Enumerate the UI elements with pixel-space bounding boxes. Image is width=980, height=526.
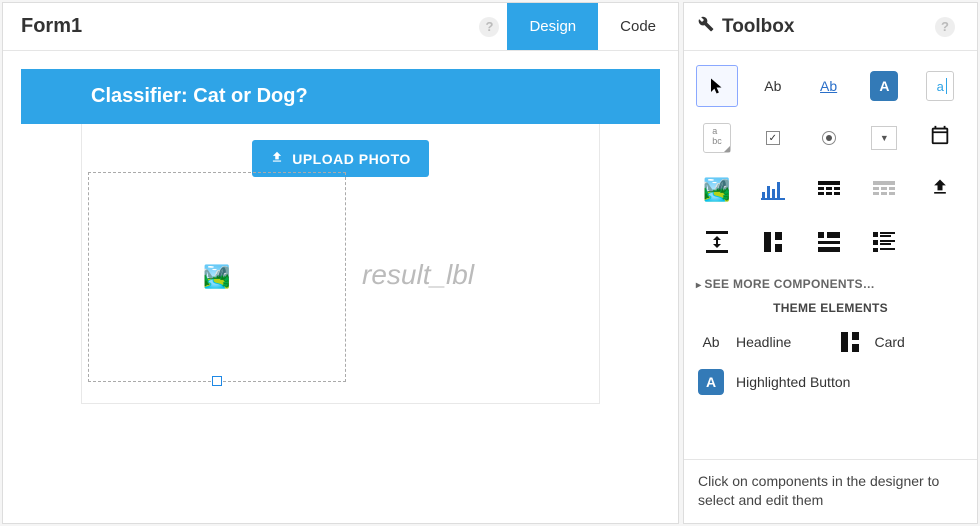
tool-column-b[interactable] [808,221,850,263]
tool-grid: Ab Ab A a abc ✓ ▼ 🏞️ [696,65,965,263]
tool-link[interactable]: Ab [808,65,850,107]
theme-grid: Ab Headline Card A Highlighted Button [696,327,965,397]
resize-handle[interactable] [212,376,222,386]
result-label[interactable]: result_lbl [362,259,474,291]
see-more-components[interactable]: SEE MORE COMPONENTS… [696,277,965,291]
checkbox-icon: ✓ [766,131,780,145]
theme-highlighted-button[interactable]: A Highlighted Button [696,367,965,397]
toolbox-panel: Toolbox ? Ab Ab A a abc ✓ ▼ [683,2,978,524]
design-canvas[interactable]: Classifier: Cat or Dog? UPLOAD PHOTO 🏞️ … [3,51,678,523]
tool-label[interactable]: Ab [752,65,794,107]
tool-column-a[interactable] [752,221,794,263]
upload-tool-icon [930,177,950,203]
picture-icon: 🏞️ [203,264,230,290]
form-body[interactable]: UPLOAD PHOTO 🏞️ result_lbl [81,124,600,404]
toolbox-help-icon[interactable]: ? [935,17,955,37]
wrench-icon [698,16,714,37]
toolbox-footer-hint: Click on components in the designer to s… [684,459,977,523]
toolbox-header: Toolbox ? [684,3,977,51]
theme-card[interactable]: Card [835,327,966,357]
headline-icon: Ab [696,327,726,357]
toolbox-title: Toolbox [722,16,794,38]
tool-textbox[interactable]: a [919,65,961,107]
tool-datagrid[interactable] [808,169,850,211]
theme-elements-header: THEME ELEMENTS [696,301,965,315]
tool-repeater[interactable] [863,169,905,211]
tab-design[interactable]: Design [507,3,598,50]
highlighted-button-icon: A [696,367,726,397]
tool-fileupload[interactable] [919,169,961,211]
upload-icon [270,150,284,167]
tool-date[interactable] [919,117,961,159]
designer-panel: Form1 ? Design Code Classifier: Cat or D… [2,2,679,524]
tool-checkbox[interactable]: ✓ [752,117,794,159]
designer-header: Form1 ? Design Code [3,3,678,51]
card-icon [835,327,865,357]
toolbox-body: Ab Ab A a abc ✓ ▼ 🏞️ [684,51,977,459]
tool-cursor[interactable] [696,65,738,107]
radio-icon [822,131,836,145]
image-placeholder[interactable]: 🏞️ [88,172,346,382]
tab-code[interactable]: Code [598,3,678,50]
dropdown-icon: ▼ [871,126,897,150]
calendar-icon [929,124,951,152]
tool-button[interactable]: A [863,65,905,107]
tool-radio[interactable] [808,117,850,159]
theme-headline[interactable]: Ab Headline [696,327,827,357]
upload-photo-label: UPLOAD PHOTO [292,151,411,167]
tool-textarea[interactable]: abc [696,117,738,159]
tool-chart[interactable] [752,169,794,211]
form-heading[interactable]: Classifier: Cat or Dog? [21,69,660,124]
help-icon[interactable]: ? [479,17,499,37]
form-title: Form1 [3,15,479,38]
tool-dropdown[interactable]: ▼ [863,117,905,159]
tool-spacer[interactable] [696,221,738,263]
tool-image[interactable]: 🏞️ [696,169,738,211]
image-icon: 🏞️ [703,177,730,203]
tool-column-c[interactable] [863,221,905,263]
